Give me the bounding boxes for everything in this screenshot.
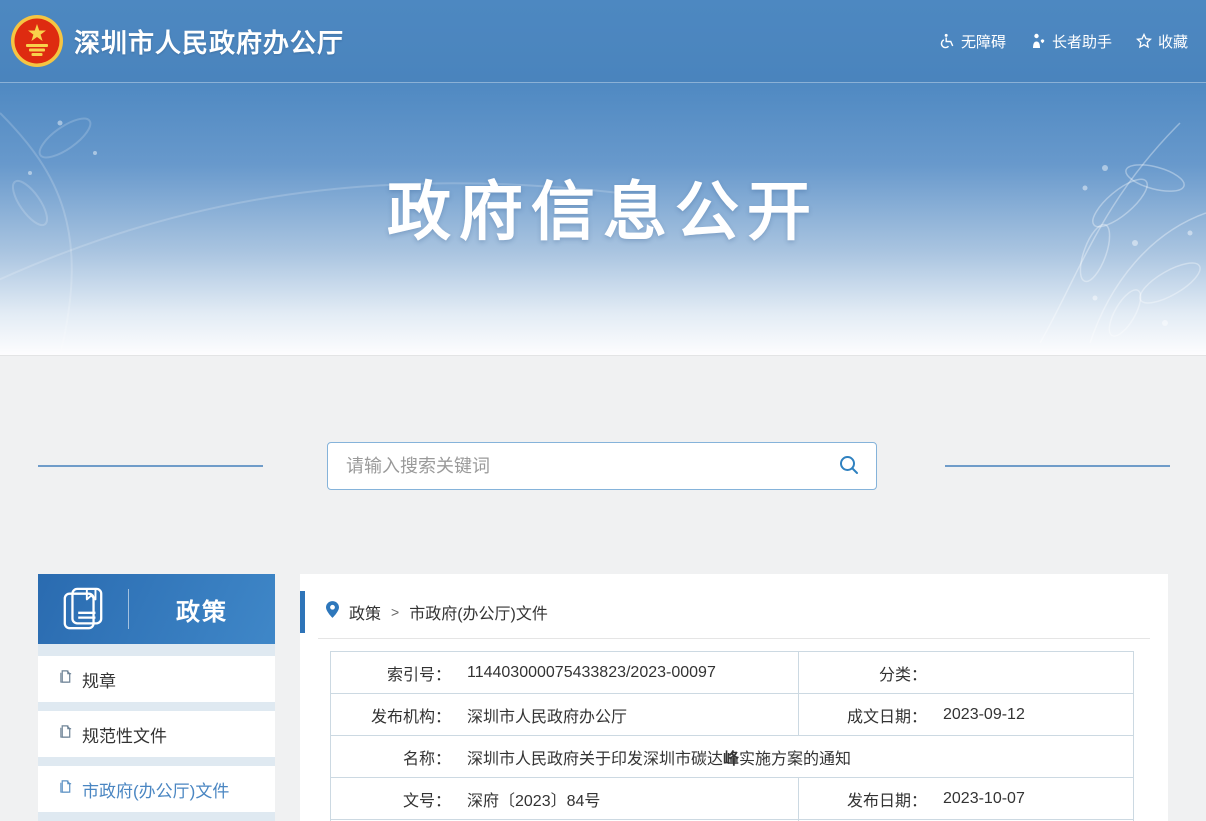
table-row: 名称： 深圳市人民政府关于印发深圳市碳达峰实施方案的通知 — [331, 736, 1134, 778]
sidebar-item-municipal-government-documents[interactable]: 市政府(办公厅)文件 — [38, 766, 275, 812]
document-icon — [58, 779, 73, 799]
sidebar-header: 政策 — [38, 574, 275, 644]
table-row: 文号： 深府〔2023〕84号 发布日期： 2023-10-07 — [331, 778, 1134, 820]
page: 深圳市人民政府办公厅 无障碍 — [0, 0, 1206, 821]
publish-date-value: 2023-10-07 — [943, 790, 1025, 808]
elder-helper-icon — [1030, 33, 1046, 49]
document-info-table: 索引号： 114403000075433823/2023-00097 分类： 发… — [330, 651, 1134, 821]
document-name-value: 深圳市人民政府关于印发深圳市碳达峰实施方案的通知 — [467, 745, 851, 769]
issuing-agency-value: 深圳市人民政府办公厅 — [467, 703, 627, 727]
document-name-label: 名称： — [331, 745, 451, 769]
table-row: 索引号： 114403000075433823/2023-00097 分类： — [331, 652, 1134, 694]
book-icon — [38, 586, 128, 632]
document-number-value: 深府〔2023〕84号 — [467, 787, 600, 811]
content-row: 政策 规章 — [0, 574, 1206, 821]
breadcrumb-policy[interactable]: 政策 — [349, 600, 381, 624]
breadcrumb-separator: > — [391, 604, 399, 620]
location-pin-icon — [326, 601, 339, 623]
search-button[interactable] — [822, 443, 876, 489]
elder-helper-link[interactable]: 长者助手 — [1030, 31, 1112, 52]
highlighted-keyword: 峰 — [723, 751, 739, 768]
elder-helper-label: 长者助手 — [1052, 31, 1112, 52]
favorite-link[interactable]: 收藏 — [1136, 31, 1188, 52]
national-emblem-logo — [10, 14, 64, 68]
sidebar-item-regulations[interactable]: 规章 — [38, 656, 275, 702]
issuing-agency-label: 发布机构： — [331, 703, 451, 727]
search-row — [0, 442, 1206, 490]
search-icon — [838, 454, 860, 479]
accessibility-label: 无障碍 — [961, 31, 1006, 52]
table-row: 发布机构： 深圳市人民政府办公厅 成文日期： 2023-09-12 — [331, 694, 1134, 736]
publish-date-label: 发布日期： — [799, 787, 927, 811]
sidebar-item-label: 规范性文件 — [82, 722, 167, 747]
sidebar-list: 规章 规范性文件 — [38, 644, 275, 821]
sidebar-item-label: 规章 — [82, 667, 116, 692]
accessibility-icon — [939, 33, 955, 49]
document-icon — [58, 724, 73, 744]
search-box — [327, 442, 877, 490]
top-header: 深圳市人民政府办公厅 无障碍 — [0, 0, 1206, 83]
sidebar-item-label: 市政府(办公厅)文件 — [82, 777, 229, 802]
breadcrumb-accent-bar — [300, 591, 305, 633]
sidebar-title: 政策 — [129, 592, 275, 627]
breadcrumb: 政策 > 市政府(办公厅)文件 — [300, 594, 1168, 630]
document-number-label: 文号： — [331, 787, 451, 811]
breadcrumb-divider — [318, 638, 1150, 639]
main-content: 政策 > 市政府(办公厅)文件 索引号： 114403000075433823/… — [300, 574, 1168, 821]
written-date-label: 成文日期： — [799, 703, 927, 727]
lower-section: 政策 规章 — [0, 355, 1206, 821]
index-number-value: 114403000075433823/2023-00097 — [467, 664, 716, 682]
decorative-line-left — [38, 465, 263, 467]
breadcrumb-current[interactable]: 市政府(办公厅)文件 — [409, 600, 548, 624]
top-links: 无障碍 长者助手 收藏 — [939, 31, 1188, 52]
accessibility-link[interactable]: 无障碍 — [939, 31, 1006, 52]
index-number-label: 索引号： — [331, 661, 451, 685]
star-icon — [1136, 33, 1152, 49]
written-date-value: 2023-09-12 — [943, 706, 1025, 724]
category-label: 分类： — [799, 661, 927, 685]
sidebar: 政策 规章 — [38, 574, 275, 821]
decorative-line-right — [945, 465, 1170, 467]
sidebar-item-normative-documents[interactable]: 规范性文件 — [38, 711, 275, 757]
document-icon — [58, 669, 73, 689]
banner: 政府信息公开 — [0, 83, 1206, 355]
page-title: 政府信息公开 — [0, 83, 1206, 253]
search-input[interactable] — [328, 456, 822, 477]
favorite-label: 收藏 — [1158, 31, 1188, 52]
site-title: 深圳市人民政府办公厅 — [74, 23, 344, 60]
